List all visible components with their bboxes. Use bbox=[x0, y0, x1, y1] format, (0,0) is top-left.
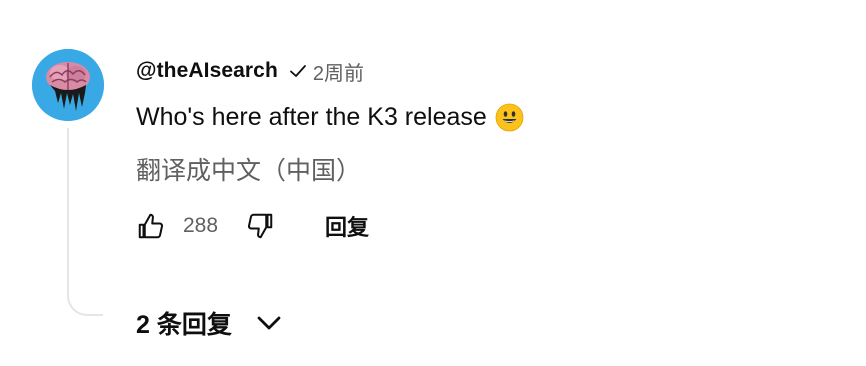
comment-text: Who's here after the K3 release bbox=[136, 103, 487, 131]
thumbs-down-icon bbox=[247, 213, 273, 239]
like-button[interactable] bbox=[136, 211, 166, 241]
avatar[interactable] bbox=[32, 49, 104, 121]
reply-button[interactable]: 回复 bbox=[325, 210, 369, 242]
translate-link[interactable]: 翻译成中文（中国） bbox=[136, 151, 361, 187]
chevron-down-icon bbox=[254, 308, 284, 338]
thread-connector-line bbox=[67, 128, 103, 316]
dislike-button[interactable] bbox=[245, 211, 275, 241]
comment-body: Who's here after the K3 release bbox=[136, 103, 524, 132]
grinning-face-emoji-icon bbox=[495, 103, 524, 132]
brain-avatar-image bbox=[32, 49, 104, 121]
thumbs-up-icon bbox=[138, 213, 164, 239]
comment-header: @theAIsearch 2周前 bbox=[136, 57, 364, 86]
checkmark-icon bbox=[288, 61, 308, 81]
comment-timestamp[interactable]: 2周前 bbox=[313, 57, 364, 86]
author-name[interactable]: @theAIsearch bbox=[136, 59, 278, 83]
replies-toggle-button[interactable]: 2 条回复 bbox=[136, 306, 284, 340]
replies-count-label: 2 条回复 bbox=[136, 311, 232, 339]
comment-actions: 288 回复 bbox=[136, 208, 369, 244]
like-count: 288 bbox=[183, 214, 219, 237]
